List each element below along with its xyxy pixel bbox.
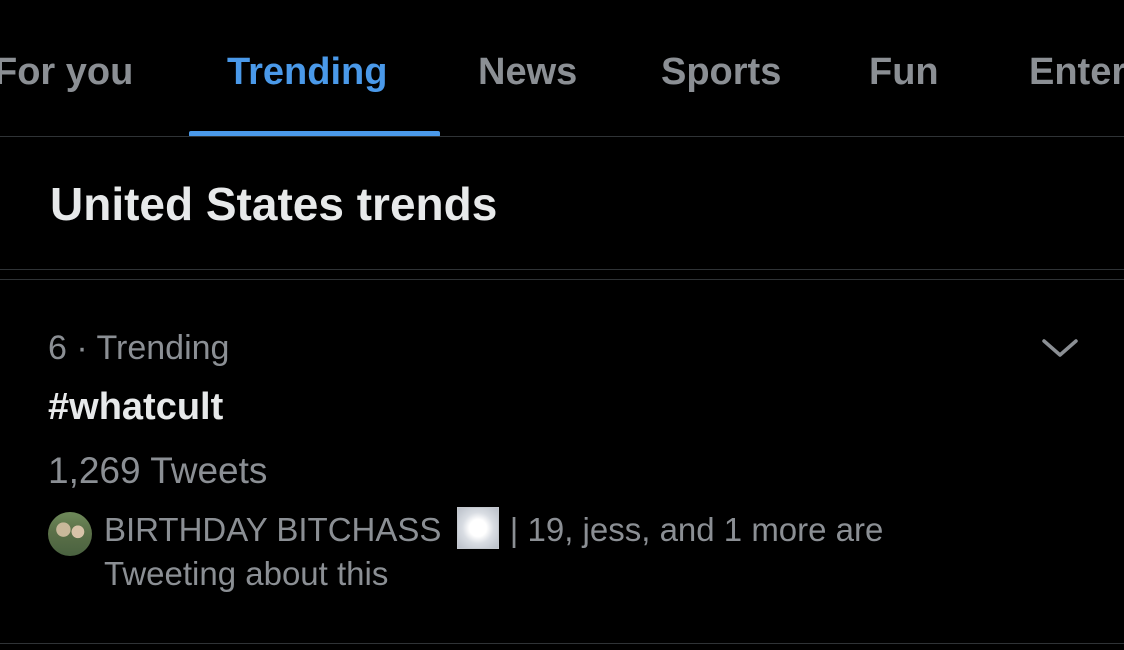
social-context-user: BIRTHDAY BITCHASS: [104, 511, 442, 548]
chevron-down-icon[interactable]: [1040, 333, 1080, 363]
tab-news[interactable]: News: [478, 50, 577, 94]
tab-trending[interactable]: Trending: [227, 50, 387, 94]
trend-tweet-count: 1,269 Tweets: [48, 450, 268, 491]
sparkle-emoji-icon: [456, 507, 499, 549]
section-divider-lower: [0, 279, 1124, 280]
bottom-divider: [0, 643, 1124, 644]
tab-bar: For you Trending News Sports Fun Enterta…: [0, 0, 1124, 137]
tab-entertainment[interactable]: Entertainment: [1029, 50, 1124, 94]
trend-hashtag[interactable]: #whatcult: [48, 384, 223, 430]
section-title: United States trends: [50, 178, 498, 230]
social-context: BIRTHDAY BITCHASS | 19, jess, and 1 more…: [104, 507, 1004, 596]
section-divider: [0, 269, 1124, 270]
avatar[interactable]: [48, 512, 92, 556]
active-tab-indicator: [189, 131, 440, 136]
tab-sports[interactable]: Sports: [661, 50, 781, 94]
trend-item[interactable]: 6 · Trending #whatcult 1,269 Tweets BIRT…: [0, 281, 1124, 643]
trend-rank-label: 6 · Trending: [48, 329, 230, 367]
tab-fun[interactable]: Fun: [869, 50, 939, 94]
tab-for-you[interactable]: For you: [0, 50, 133, 94]
